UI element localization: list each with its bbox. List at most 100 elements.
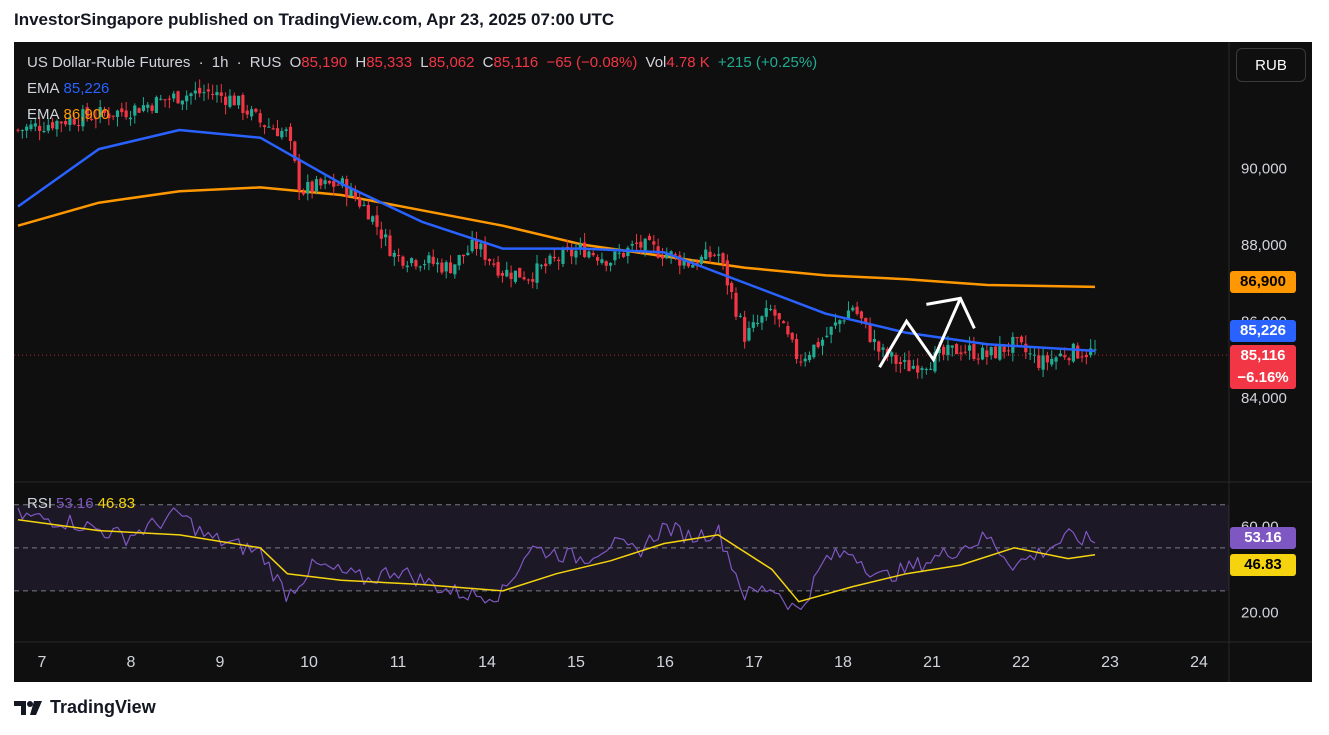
candle-body (621, 252, 626, 257)
candle-body (362, 204, 366, 206)
candle-body (245, 110, 249, 115)
candle-body (154, 97, 159, 113)
currency-button[interactable]: RUB (1236, 48, 1306, 82)
legend-open: 85,190 (301, 54, 348, 71)
candle-body (985, 350, 989, 358)
candle-body (51, 122, 55, 129)
candle-body (1067, 358, 1071, 361)
candle-body (1041, 355, 1045, 370)
legend-change: −65 (−0.08%) (546, 54, 638, 71)
candle-body (816, 342, 820, 347)
legend-volume-change: +215 (+0.25%) (717, 54, 818, 71)
candle-body (297, 159, 301, 191)
candle-body (284, 129, 288, 131)
candle-body (604, 261, 608, 266)
candle-body (630, 244, 634, 246)
candle-body (976, 358, 980, 360)
candle-body (241, 95, 245, 113)
candle-body (306, 181, 310, 194)
candle-body (972, 343, 976, 359)
candle-body (457, 255, 461, 266)
candle-body (634, 242, 639, 244)
candle-body (453, 264, 457, 275)
candle-body (613, 251, 617, 261)
candle-body (215, 92, 219, 96)
time-axis-tick: 8 (127, 654, 136, 671)
chart-frame[interactable]: 90,00088,00086,00084,00060.0020.00789101… (14, 42, 1312, 682)
candle-body (704, 249, 708, 260)
ema-slow-line (17, 186, 1096, 289)
candle-body (993, 346, 998, 359)
candle-body (474, 240, 479, 249)
rsi-axis-tick: 20.00 (1241, 604, 1279, 621)
candle-body (535, 263, 539, 283)
candle-body (76, 124, 81, 126)
candle-body (807, 355, 812, 361)
candle-body (193, 90, 197, 94)
candle-body (998, 344, 1002, 360)
candle-body (980, 347, 985, 360)
legend-ema-fast[interactable]: EMA 85,226 (27, 80, 113, 97)
chart-canvas[interactable]: 90,00088,00086,00084,00060.0020.00789101… (14, 42, 1312, 682)
candle-body (146, 104, 150, 108)
tradingview-logo-icon (14, 700, 42, 715)
candle-body (877, 341, 881, 352)
candle-body (202, 92, 206, 94)
candle-body (920, 368, 924, 370)
candle-body (829, 326, 833, 335)
candle-body (371, 216, 375, 222)
legend-ema-slow[interactable]: EMA 86,900 (27, 106, 113, 123)
candle-body (967, 345, 972, 351)
candle-body (440, 262, 444, 273)
candle-body (1071, 343, 1075, 362)
candle-body (725, 260, 729, 286)
candle-body (838, 320, 842, 325)
candle-body (751, 322, 755, 328)
candle-body (219, 92, 223, 96)
candle-body (803, 358, 807, 362)
candle-body (924, 368, 928, 370)
candle-body (643, 238, 647, 251)
candle-body (851, 307, 855, 311)
candle-body (574, 250, 578, 258)
candle-body (743, 316, 747, 342)
candle-body (185, 95, 189, 102)
candle-body (734, 292, 738, 317)
candle-body (176, 91, 180, 104)
time-axis-tick: 16 (656, 654, 674, 671)
candle-body (25, 126, 29, 131)
price-axis-tick: 90,000 (1241, 160, 1287, 177)
candle-body (647, 236, 652, 241)
candle-body (323, 180, 327, 185)
candle-body (20, 130, 24, 132)
time-axis-tick: 15 (567, 654, 585, 671)
candle-body (513, 270, 518, 282)
candle-body (595, 257, 600, 261)
candle-body (366, 204, 370, 220)
candle-body (124, 110, 128, 118)
candle-body (384, 234, 388, 238)
candle-body (916, 365, 920, 373)
candle-body (16, 129, 20, 131)
candle-body (548, 255, 552, 264)
candle-body (1002, 346, 1006, 353)
candle-body (959, 352, 963, 354)
candle-body (448, 262, 453, 274)
candle-body (314, 179, 319, 192)
tradingview-footer[interactable]: TradingView (14, 697, 156, 718)
candle-body (258, 113, 262, 123)
candle-body (942, 346, 946, 355)
candle-body (280, 130, 284, 138)
candle-body (842, 320, 846, 322)
candle-body (42, 130, 46, 132)
candle-body (410, 258, 414, 264)
candle-body (764, 308, 768, 317)
candle-body (431, 256, 435, 264)
time-axis-tick: 24 (1190, 654, 1208, 671)
candle-body (159, 98, 163, 100)
last-price-tag: 85,116 (1230, 345, 1296, 367)
legend-symbol-title[interactable]: US Dollar-Ruble Futures (27, 54, 190, 71)
candle-body (267, 126, 271, 128)
legend-rsi[interactable]: RSI 53.16 46.83 (27, 495, 139, 512)
ema-slow-price-tag: 86,900 (1230, 271, 1296, 293)
